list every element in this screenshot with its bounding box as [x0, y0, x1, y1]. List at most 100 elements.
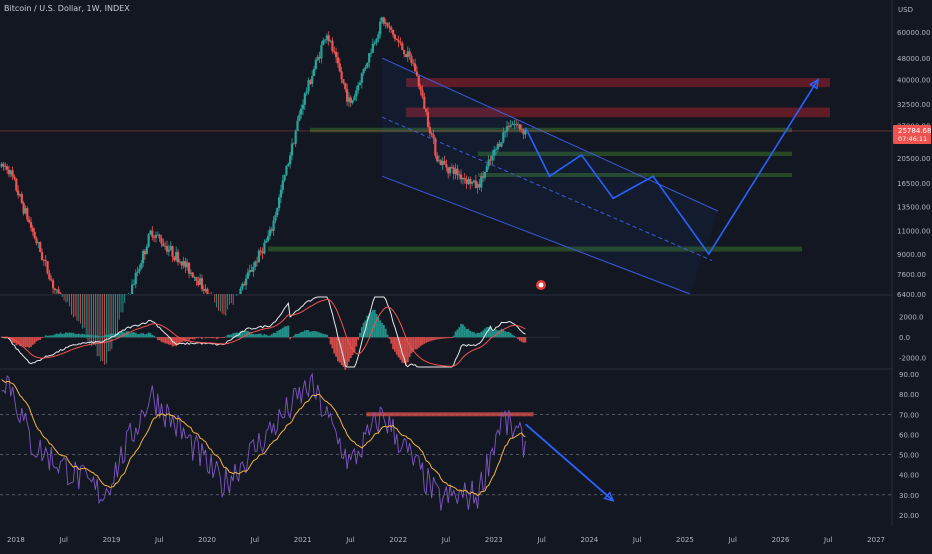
- macd-histogram-bar: [308, 330, 310, 337]
- macd-histogram-bar: [295, 334, 297, 337]
- macd-histogram-bar: [196, 337, 198, 338]
- macd-histogram-bar: [286, 326, 288, 337]
- macd-tick-label: 2000.0: [899, 314, 924, 322]
- macd-histogram-bar: [394, 337, 396, 351]
- macd-histogram-bar: [276, 331, 278, 337]
- macd-histogram-bar: [94, 335, 96, 337]
- bar-countdown-label: 07:46:11: [898, 135, 927, 143]
- macd-histogram-bar: [416, 337, 418, 349]
- candle-body: [335, 52, 337, 57]
- candle-body: [15, 179, 17, 191]
- macd-histogram-bar: [74, 334, 76, 338]
- macd-histogram-bar: [60, 333, 62, 338]
- macd-histogram-bar: [225, 337, 227, 338]
- macd-histogram-bar: [137, 334, 139, 337]
- macd-histogram-bar: [254, 334, 256, 337]
- time-tick-label: 2018: [7, 536, 25, 544]
- macd-histogram-bar: [462, 324, 464, 337]
- macd-histogram-bar: [445, 337, 447, 338]
- macd-histogram-bar: [451, 337, 453, 338]
- macd-line: [2, 297, 526, 367]
- macd-histogram-bar: [455, 331, 457, 337]
- candle-body: [245, 279, 247, 286]
- candle-body: [313, 69, 315, 76]
- macd-histogram-bar: [480, 332, 482, 338]
- chart-svg[interactable]: USD60000.0048000.0040000.0032500.0027000…: [0, 0, 932, 550]
- candle-body: [21, 194, 23, 203]
- macd-histogram-bar: [326, 335, 328, 338]
- candle-body: [171, 246, 173, 256]
- candle-body: [148, 234, 150, 246]
- chart-title: Bitcoin / U.S. Dollar, 1W, INDEX: [4, 4, 130, 13]
- candle-body: [159, 235, 161, 239]
- macd-histogram-bar: [45, 335, 47, 337]
- price-pane: [0, 17, 892, 365]
- macd-histogram-bar: [210, 337, 212, 338]
- candle-body: [28, 220, 30, 222]
- macd-histogram-bar: [100, 336, 102, 337]
- candle-body: [177, 252, 179, 262]
- macd-histogram-bar: [320, 333, 322, 337]
- candle-body: [488, 160, 490, 167]
- candle-body: [287, 164, 289, 166]
- macd-histogram-bar: [433, 337, 435, 340]
- macd-histogram-bar: [260, 334, 262, 338]
- macd-histogram-bar: [91, 335, 93, 338]
- candle-body: [423, 96, 425, 108]
- candle-body: [443, 161, 445, 164]
- macd-histogram-bar: [102, 336, 104, 337]
- candle-body: [263, 243, 265, 254]
- time-tick-label: Jul: [250, 536, 260, 544]
- macd-histogram-bar: [453, 336, 455, 338]
- macd-histogram-bar: [293, 336, 295, 338]
- macd-histogram-bar: [346, 337, 348, 366]
- candle-body: [510, 125, 512, 127]
- macd-histogram-bar: [468, 329, 470, 338]
- macd-histogram-bar: [25, 337, 27, 347]
- candle-body: [140, 263, 142, 268]
- candle-body: [418, 76, 420, 87]
- macd-histogram-bar: [265, 335, 267, 338]
- rsi-tick-label: 60.00: [899, 431, 919, 439]
- macd-histogram-bar: [61, 334, 63, 338]
- candle-body: [258, 251, 260, 263]
- candle-body: [239, 289, 241, 294]
- macd-histogram-bar: [190, 337, 192, 339]
- macd-histogram-bar: [87, 335, 89, 338]
- candle-body: [366, 63, 368, 68]
- macd-histogram-bar: [199, 337, 201, 338]
- macd-histogram-bar: [26, 337, 28, 347]
- macd-histogram-bar: [324, 334, 326, 337]
- rsi-tick-label: 90.00: [899, 371, 919, 379]
- candle-body: [311, 76, 313, 84]
- macd-histogram-bar: [43, 337, 45, 338]
- macd-histogram-bar: [188, 337, 190, 341]
- macd-histogram-bar: [280, 329, 282, 337]
- macd-histogram-bar: [495, 330, 497, 338]
- candle-body: [195, 277, 197, 281]
- candle-body: [412, 63, 414, 64]
- candle-body: [206, 289, 208, 294]
- time-tick-label: 2027: [867, 536, 885, 544]
- macd-histogram-bar: [458, 327, 460, 337]
- candle-body: [434, 138, 436, 155]
- time-tick-label: Jul: [823, 536, 833, 544]
- macd-histogram-bar: [515, 337, 517, 338]
- time-tick-label: Jul: [345, 536, 355, 544]
- candle-body: [331, 41, 333, 52]
- macd-histogram-bar: [289, 337, 291, 339]
- price-tick-label: 48000.00: [897, 55, 930, 63]
- macd-histogram-bar: [330, 337, 332, 344]
- macd-histogram-bar: [78, 334, 80, 338]
- macd-histogram-bar: [264, 334, 266, 337]
- time-tick-label: Jul: [154, 536, 164, 544]
- macd-histogram-bar: [420, 337, 422, 346]
- macd-histogram-bar: [328, 337, 330, 338]
- candle-body: [394, 35, 396, 39]
- candle-body: [201, 278, 203, 289]
- macd-histogram-bar: [58, 334, 60, 337]
- macd-histogram-bar: [469, 331, 471, 337]
- macd-histogram-bar: [411, 337, 413, 353]
- macd-histogram-bar: [475, 334, 477, 338]
- chart-stage[interactable]: USD60000.0048000.0040000.0032500.0027000…: [0, 0, 932, 550]
